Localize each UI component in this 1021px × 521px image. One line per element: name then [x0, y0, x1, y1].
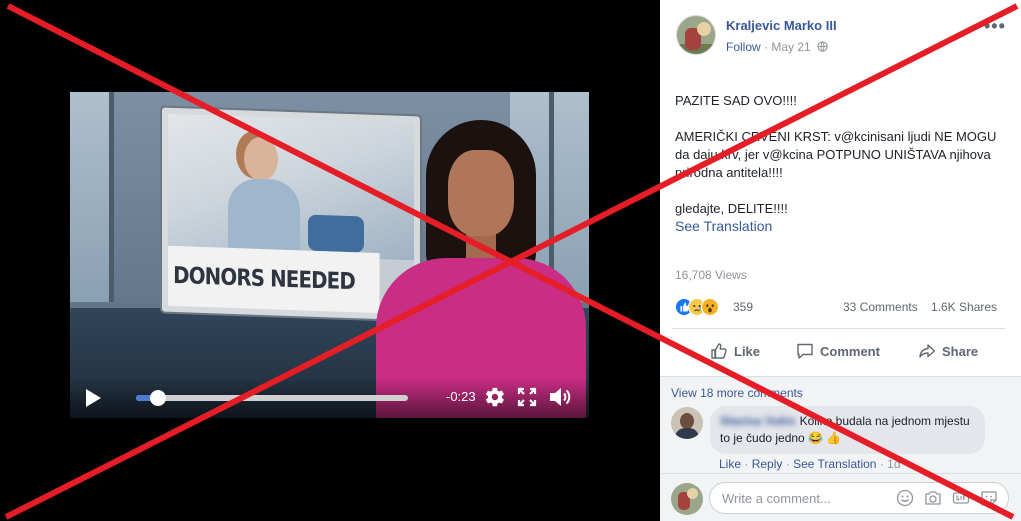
- post-paragraph: AMERIČKI CRVENI KRST: v@kcinisani ljudi …: [675, 129, 997, 180]
- sticker-icon[interactable]: [980, 489, 998, 507]
- view-more-comments-link[interactable]: View 18 more comments: [671, 386, 803, 400]
- comment-button[interactable]: Comment: [796, 342, 880, 360]
- post-options-button[interactable]: •••: [984, 16, 1006, 37]
- commenter-name[interactable]: Slavisa Vukic: [720, 414, 796, 428]
- meta-separator: ·: [760, 40, 772, 54]
- comments-section: View 18 more comments Slavisa Vukic Koli…: [660, 376, 1021, 521]
- comment-bubble: Slavisa Vukic Koliko budala na jednom mj…: [710, 406, 985, 454]
- video-player[interactable]: DONORS NEEDED: [70, 92, 589, 418]
- like-label: Like: [734, 343, 761, 359]
- thumbs-up-icon: [711, 343, 727, 359]
- views-count: 16,708 Views: [675, 268, 747, 282]
- separator: ·: [785, 457, 790, 471]
- comment-see-translation-link[interactable]: See Translation: [793, 457, 876, 471]
- post-paragraph: gledajte, DELITE!!!!: [675, 201, 788, 216]
- follow-link[interactable]: Follow: [726, 40, 761, 54]
- viewer-avatar: [671, 483, 703, 515]
- post-paragraph: PAZITE SAD OVO!!!!: [675, 93, 797, 108]
- gear-icon[interactable]: [484, 386, 506, 408]
- speech-bubble-icon: [797, 343, 813, 359]
- commenter-avatar[interactable]: [671, 407, 703, 439]
- monitor-caption: DONORS NEEDED: [168, 245, 380, 314]
- speaker-icon[interactable]: [548, 386, 572, 408]
- share-arrow-icon: [919, 344, 936, 358]
- comments-count[interactable]: 33 Comments: [843, 300, 918, 314]
- shares-count[interactable]: 1.6K Shares: [931, 300, 997, 314]
- share-button[interactable]: Share: [918, 342, 978, 360]
- comment-actions: Like · Reply · See Translation · 1d: [719, 457, 901, 471]
- video-progress-bar[interactable]: [136, 390, 408, 406]
- post-pane: Kraljevic Marko III Follow · May 21 ••• …: [660, 0, 1021, 521]
- author-meta: Follow · May 21: [726, 40, 828, 54]
- video-pane: DONORS NEEDED -0:23: [0, 0, 660, 521]
- post-actions-bar: Like Comment Share: [672, 328, 1005, 372]
- comment-like-link[interactable]: Like: [719, 457, 741, 471]
- nurse-figure-head: [244, 136, 278, 182]
- comment-label: Comment: [820, 343, 880, 359]
- time-remaining: -0:23: [446, 389, 476, 404]
- video-progress-thumb[interactable]: [149, 390, 166, 406]
- see-translation-link[interactable]: See Translation: [675, 218, 772, 234]
- post-date[interactable]: May 21: [771, 40, 810, 54]
- author-name[interactable]: Kraljevic Marko III: [726, 18, 837, 33]
- news-anchor: [366, 120, 589, 418]
- comment-reply-link[interactable]: Reply: [752, 457, 783, 471]
- camera-icon[interactable]: [924, 489, 942, 507]
- like-button[interactable]: Like: [710, 342, 760, 360]
- blood-bag: [308, 214, 364, 253]
- wow-reaction-icon: [701, 298, 719, 316]
- reactions-count: 359: [733, 300, 754, 314]
- share-label: Share: [942, 343, 979, 359]
- author-avatar[interactable]: [676, 15, 716, 55]
- comment-composer: [660, 473, 1021, 521]
- separator: ·: [744, 457, 749, 471]
- studio-window: [70, 92, 114, 302]
- fullscreen-icon[interactable]: [517, 387, 537, 407]
- anchor-face: [448, 150, 514, 236]
- video-controls: -0:23: [70, 378, 589, 418]
- play-icon[interactable]: [84, 388, 102, 408]
- globe-icon: [817, 41, 828, 52]
- emoji-icon[interactable]: [896, 489, 914, 507]
- gif-icon[interactable]: [952, 489, 970, 507]
- comment-age[interactable]: 1d: [887, 457, 900, 471]
- post-text: PAZITE SAD OVO!!!! AMERIČKI CRVENI KRST:…: [675, 92, 1010, 218]
- separator: ·: [879, 457, 884, 471]
